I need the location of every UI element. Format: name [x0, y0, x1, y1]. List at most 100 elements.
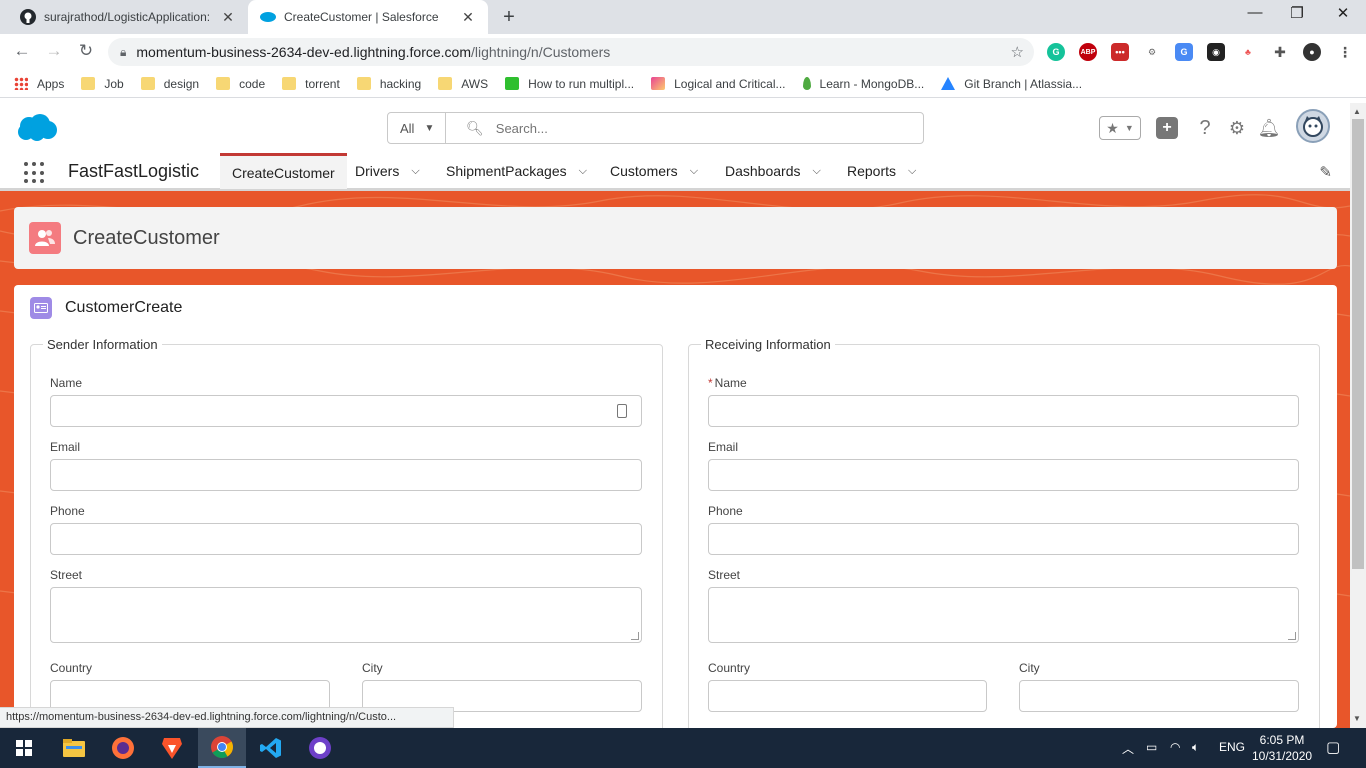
puzzle-extensions-icon[interactable]: ✚ [1271, 43, 1289, 61]
global-create-icon[interactable]: + [1156, 117, 1178, 139]
browser-tab-salesforce[interactable]: CreateCustomer | Salesforce ✕ [248, 0, 488, 34]
resize-handle-icon[interactable] [631, 632, 639, 640]
adblock-extension-icon[interactable]: ABP [1079, 43, 1097, 61]
help-icon[interactable]: ? [1194, 117, 1216, 139]
chrome-icon[interactable] [198, 728, 246, 768]
bookmark-star-icon[interactable]: ☆ [1011, 43, 1024, 61]
chevron-down-icon[interactable]: ⌵ [411, 165, 419, 178]
wifi-icon[interactable]: ◠ [1170, 740, 1180, 754]
bookmark-folder-aws[interactable]: AWS [438, 77, 488, 91]
receiver-email-input[interactable] [708, 459, 1299, 491]
nav-tab-reports[interactable]: Reports ⌵ [835, 153, 928, 189]
close-tab-icon[interactable]: ✕ [460, 9, 476, 26]
system-clock[interactable]: 6:05 PM 10/31/2020 [1252, 732, 1312, 764]
url-host: momentum-business-2634-dev-ed.lightning.… [136, 44, 471, 60]
search-scope-dropdown[interactable]: All ▼ [388, 113, 446, 143]
edit-nav-pencil-icon[interactable]: ✎ [1319, 163, 1332, 181]
volume-icon[interactable]: 🔈︎ [1192, 740, 1199, 755]
restore-icon[interactable]: ❐ [1274, 4, 1320, 22]
bookmark-folder-design[interactable]: design [140, 77, 199, 91]
nav-tab-customers[interactable]: Customers ⌵ [598, 153, 710, 189]
contact-autofill-icon[interactable] [617, 404, 627, 418]
scroll-down-arrow-icon[interactable]: ▼ [1353, 714, 1361, 723]
menu-kebab-icon[interactable]: ⋮ [1336, 43, 1354, 61]
action-center-icon[interactable]: ▢ [1326, 738, 1340, 756]
receiver-city-input[interactable] [1019, 680, 1299, 712]
new-tab-button[interactable]: + [498, 6, 520, 29]
bookmark-folder-torrent[interactable]: torrent [282, 77, 340, 91]
bookmark-mongodb[interactable]: Learn - MongoDB... [802, 77, 924, 91]
show-hidden-icons-chevron-icon[interactable]: ︿ [1122, 740, 1134, 757]
windows-start-icon[interactable] [0, 728, 48, 768]
chevron-down-icon[interactable]: ⌵ [908, 165, 916, 178]
nav-tab-dashboards[interactable]: Dashboards ⌵ [713, 153, 833, 189]
setup-gear-icon[interactable]: ⚙ [1226, 117, 1248, 139]
reload-icon[interactable]: ↻ [74, 41, 98, 63]
nav-tab-createcustomer[interactable]: CreateCustomer [220, 153, 347, 189]
firefox-icon[interactable] [99, 728, 147, 768]
close-tab-icon[interactable]: ✕ [220, 9, 236, 26]
bookmark-label: AWS [461, 76, 489, 91]
salesforce-global-header: All ▼ 🔍︎ ★▼ + ? ⚙ 🔔︎ [0, 103, 1350, 153]
favorites-star-icon[interactable]: ★ ▼ [1099, 116, 1141, 140]
sender-email-input[interactable] [50, 459, 642, 491]
page-scrollbar[interactable]: ▲ ▼ [1350, 103, 1366, 728]
user-avatar[interactable] [1296, 109, 1330, 143]
caret-down-icon: ▼ [424, 122, 435, 134]
extension-icon[interactable]: ⚙ [1143, 43, 1161, 61]
scroll-thumb[interactable] [1352, 119, 1364, 569]
close-window-icon[interactable]: ✕ [1320, 4, 1366, 22]
receiver-phone-input[interactable] [708, 523, 1299, 555]
receiver-name-label-text: Name [714, 376, 747, 390]
bookmark-apps[interactable]: Apps [14, 77, 64, 91]
back-arrow-icon[interactable]: ← [10, 41, 34, 63]
bookmark-logical-critical[interactable]: Logical and Critical... [651, 77, 786, 91]
github-desktop-icon[interactable] [296, 728, 344, 768]
input-language[interactable]: ENG [1219, 740, 1245, 754]
sender-street-textarea[interactable] [50, 587, 642, 643]
receiver-city-label: City [1019, 661, 1040, 675]
sender-name-input[interactable] [50, 395, 642, 427]
github-extension-icon[interactable]: ◉ [1207, 43, 1225, 61]
sender-phone-input[interactable] [50, 523, 642, 555]
resize-handle-icon[interactable] [1288, 632, 1296, 640]
sender-country-label: Country [50, 661, 93, 675]
app-launcher-icon[interactable] [24, 162, 46, 184]
translate-extension-icon[interactable]: G [1175, 43, 1193, 61]
address-bar[interactable]: 🔒︎ momentum-business-2634-dev-ed.lightni… [108, 38, 1034, 66]
nav-tab-label: Drivers [355, 163, 400, 179]
salesforce-logo[interactable] [16, 113, 58, 146]
vscode-icon[interactable] [247, 728, 295, 768]
forward-arrow-icon[interactable]: → [42, 41, 66, 63]
sender-street-label: Street [50, 568, 83, 582]
receiver-name-input[interactable] [708, 395, 1299, 427]
bookmark-how-to-run[interactable]: How to run multipl... [505, 77, 634, 91]
receiver-country-input[interactable] [708, 680, 987, 712]
profile-avatar[interactable]: ● [1303, 43, 1321, 61]
folder-icon [356, 77, 371, 90]
extension-icon[interactable]: ♣ [1239, 43, 1257, 61]
notifications-bell-icon[interactable]: 🔔︎ [1258, 117, 1281, 139]
search-input[interactable] [495, 120, 923, 136]
bookmark-folder-job[interactable]: Job [81, 77, 124, 91]
grammarly-extension-icon[interactable]: G [1047, 43, 1065, 61]
bookmark-folder-code[interactable]: code [216, 77, 265, 91]
browser-tab-github[interactable]: surajrathod/LogisticApplication: ✕ [8, 0, 248, 34]
salesforce-cloud-icon [260, 9, 276, 25]
bookmark-folder-hacking[interactable]: hacking [356, 77, 421, 91]
extension-icon[interactable]: ••• [1111, 43, 1129, 61]
receiver-street-label: Street [708, 568, 741, 582]
chevron-down-icon[interactable]: ⌵ [690, 165, 698, 178]
battery-icon[interactable]: ▭ [1146, 740, 1157, 754]
tab-title: surajrathod/LogisticApplication: [44, 10, 211, 24]
brave-browser-icon[interactable] [148, 728, 196, 768]
nav-tab-shipmentpackages[interactable]: ShipmentPackages ⌵ [434, 153, 599, 189]
bookmark-atlassian[interactable]: Git Branch | Atlassia... [941, 77, 1082, 91]
scroll-up-arrow-icon[interactable]: ▲ [1353, 107, 1361, 116]
minimize-icon[interactable]: — [1232, 4, 1278, 21]
receiver-street-textarea[interactable] [708, 587, 1299, 643]
file-explorer-icon[interactable] [50, 728, 98, 768]
nav-tab-drivers[interactable]: Drivers ⌵ [343, 153, 432, 189]
chevron-down-icon[interactable]: ⌵ [813, 165, 821, 178]
chevron-down-icon[interactable]: ⌵ [579, 165, 587, 178]
